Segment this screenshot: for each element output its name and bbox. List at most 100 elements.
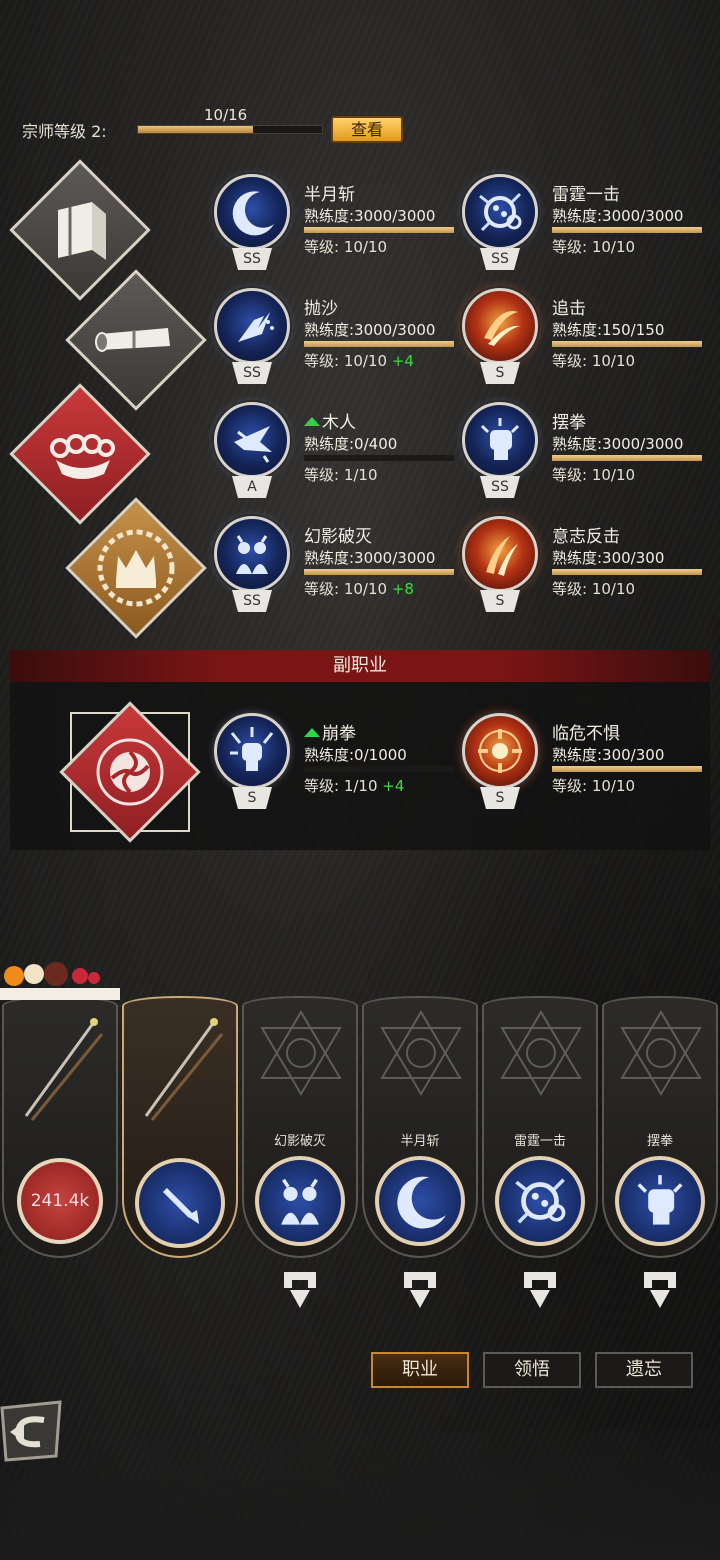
proficiency-bar (552, 569, 702, 575)
grandmaster-label: 宗师等级 2: (22, 122, 107, 141)
rank-badge: SS (232, 362, 272, 384)
skill-orb[interactable] (462, 402, 538, 478)
upgrade-arrow-icon (304, 728, 320, 737)
skill-level-row: 等级: 1/10 +4 (304, 775, 404, 796)
skill-name: 木人 (322, 413, 356, 433)
skill-slot-card[interactable]: 幻影破灭 (242, 996, 358, 1258)
class-diamond-pipe[interactable] (65, 269, 207, 411)
slot-skill-orb (255, 1156, 345, 1246)
tab-comprehend[interactable]: 领悟 (483, 1352, 581, 1388)
bottom-shade (0, 1430, 720, 1560)
phantom-twins-icon (236, 535, 268, 574)
down-arrow-icon (404, 1272, 436, 1308)
weapon-card-main[interactable]: 241.4k (2, 996, 118, 1258)
skill-name-row: 摆拳 (552, 408, 586, 433)
rank-badge: A (232, 476, 272, 498)
unequip-button[interactable] (398, 1268, 442, 1316)
rank-badge: SS (232, 248, 272, 270)
fire-rune-icon (478, 729, 522, 773)
thunder-orb-icon (479, 192, 522, 232)
skill-name: 半月斩 (304, 185, 355, 205)
sub-class-diamond[interactable] (59, 701, 201, 843)
skill-orb[interactable] (214, 402, 290, 478)
skill-orb[interactable] (462, 713, 538, 789)
skill-slot-card[interactable]: 雷霆一击 (482, 996, 598, 1258)
proficiency-bar (552, 766, 702, 772)
skill-slot-card[interactable]: 半月斩 (362, 996, 478, 1258)
skill-orb[interactable] (462, 288, 538, 364)
skill-level-row: 等级: 10/10 +4 (304, 350, 414, 371)
tab-career[interactable]: 职业 (371, 1352, 469, 1388)
proficiency-bar (304, 766, 454, 772)
wall-icon (58, 202, 106, 260)
weapon-card-secondary[interactable] (122, 996, 238, 1258)
skill-name: 幻影破灭 (304, 527, 372, 547)
unequip-button[interactable] (278, 1268, 322, 1316)
proficiency-fill (552, 341, 702, 347)
skill-proficiency: 熟练度:0/400 (304, 435, 398, 453)
proficiency-bar (304, 569, 454, 575)
skill-name: 崩拳 (322, 724, 356, 744)
grandmaster-progress-fill (138, 126, 253, 133)
cake-decoration (0, 960, 120, 1000)
fist-icon (637, 1175, 683, 1225)
proficiency-bar (552, 227, 702, 233)
skill-proficiency: 熟练度:150/150 (552, 321, 665, 339)
skill-name-row: 意志反击 (552, 522, 620, 547)
class-diamond-wall[interactable] (9, 159, 151, 301)
skill-orb[interactable] (214, 174, 290, 250)
unequip-button[interactable] (638, 1268, 682, 1316)
skill-orb[interactable] (462, 516, 538, 592)
slot-skill-name: 幻影破灭 (273, 1134, 326, 1149)
skill-level-row: 等级: 10/10 (552, 350, 635, 371)
down-arrow-icon (524, 1272, 556, 1308)
proficiency-bar (304, 341, 454, 347)
skill-name-row: 木人 (304, 408, 356, 433)
grandmaster-progress-bar (137, 125, 323, 134)
hexagram-icon (380, 1010, 462, 1096)
spear-icon (24, 1018, 104, 1121)
skill-name-row: 幻影破灭 (304, 522, 372, 547)
down-arrow-icon (644, 1272, 676, 1308)
proficiency-fill (552, 569, 702, 575)
back-arrow-icon[interactable] (0, 1398, 66, 1464)
class-diamond-knuckles[interactable] (9, 383, 151, 525)
rank-badge: S (232, 787, 272, 809)
skill-level: 等级: 10/10 (552, 580, 636, 598)
slot-skill-orb (615, 1156, 705, 1246)
skill-orb[interactable] (214, 713, 290, 789)
skill-name-row: 追击 (552, 294, 586, 319)
class-diamond-crown[interactable] (65, 497, 207, 639)
fist-icon (480, 418, 520, 460)
rank-badge: S (480, 787, 520, 809)
rank-badge: SS (480, 248, 520, 270)
proficiency-fill (552, 227, 702, 233)
weapon-power: 241.4k (17, 1158, 103, 1244)
skill-proficiency: 熟练度:3000/3000 (552, 207, 684, 225)
pipe-icon (95, 328, 170, 352)
skill-orb[interactable] (462, 174, 538, 250)
skill-level-row: 等级: 10/10 (552, 236, 635, 257)
burst-fist-icon (230, 727, 274, 771)
slot-skill-name: 雷霆一击 (513, 1134, 566, 1149)
fire-slash-icon (484, 311, 520, 346)
unequip-button[interactable] (518, 1268, 562, 1316)
thunder-orb-icon (515, 1178, 566, 1224)
proficiency-fill (552, 766, 702, 772)
sword-icon (163, 1188, 199, 1224)
skill-level: 等级: 10/10 (552, 352, 636, 370)
crescent-moon-icon (232, 191, 274, 236)
skill-orb[interactable] (214, 516, 290, 592)
skill-slot-card[interactable]: 摆拳 (602, 996, 718, 1258)
spear-icon (144, 1018, 224, 1121)
skill-name-row: 临危不惧 (552, 719, 620, 744)
crown-chain-icon (97, 529, 175, 607)
view-button[interactable]: 查看 (331, 116, 403, 143)
skill-orb[interactable] (214, 288, 290, 364)
skill-proficiency: 熟练度:0/1000 (304, 746, 407, 764)
skill-level: 等级: 10/10 (304, 352, 388, 370)
skill-proficiency: 熟练度:3000/3000 (304, 321, 436, 339)
tab-forget[interactable]: 遗忘 (595, 1352, 693, 1388)
hexagram-icon (500, 1010, 582, 1096)
proficiency-fill (304, 569, 454, 575)
